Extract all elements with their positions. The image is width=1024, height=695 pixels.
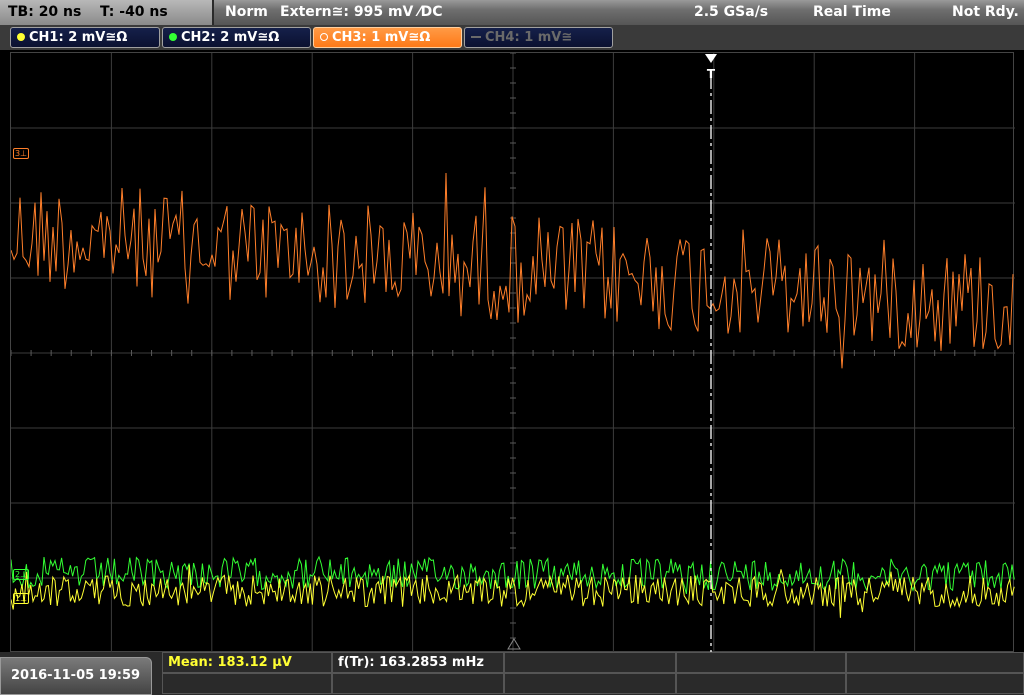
graticule <box>11 53 1015 653</box>
acquisition-mode-label: Real Time <box>813 4 891 20</box>
timebase-box[interactable]: TB: 20 ns T: -40 ns <box>0 0 214 25</box>
measurement-slot-4[interactable] <box>676 652 846 673</box>
channel-bar: CH1: 2 mV≅Ω CH2: 2 mV≅Ω CH3: 1 mV≅Ω CH4:… <box>0 25 1024 50</box>
tab-ch3[interactable]: CH3: 1 mV≅Ω <box>313 27 462 48</box>
sample-rate-label: 2.5 GSa/s <box>694 4 769 20</box>
measurement-slot-8[interactable] <box>504 673 676 694</box>
ch3-label: CH3: 1 mV≅Ω <box>332 30 431 45</box>
mean-measurement[interactable]: Mean: 183.12 µV <box>162 652 332 673</box>
measurement-slot-6[interactable] <box>162 673 332 694</box>
waveform-display[interactable]: T 3⊥ 2⊥ 1⊥ <box>10 52 1015 653</box>
timebase-label[interactable]: TB: 20 ns <box>8 0 81 25</box>
ch1-dot-icon <box>17 33 25 41</box>
ch1-ref-marker[interactable]: 1⊥ <box>13 593 30 604</box>
measurement-slot-5[interactable] <box>846 652 1024 673</box>
ch2-dot-icon <box>169 33 177 41</box>
tab-ch1[interactable]: CH1: 2 mV≅Ω <box>10 27 160 48</box>
ch1-label: CH1: 2 mV≅Ω <box>29 30 128 45</box>
trigger-source-label[interactable]: Extern≅: 995 mV ⁄DC <box>280 0 442 25</box>
acquisition-status: Norm Extern≅: 995 mV ⁄DC 2.5 GSa/s Real … <box>217 0 1024 25</box>
measurement-slot-7[interactable] <box>332 673 504 694</box>
ch2-label: CH2: 2 mV≅Ω <box>181 30 280 45</box>
ch3-trace <box>11 172 1014 369</box>
measurement-slot-3[interactable] <box>504 652 676 673</box>
ch2-ref-marker[interactable]: 2⊥ <box>13 569 30 580</box>
ch3-ref-marker[interactable]: 3⊥ <box>13 148 30 159</box>
measurement-slot-10[interactable] <box>846 673 1024 694</box>
measurement-panel: Mean: 183.12 µV f(Tr): 163.2853 mHz <box>162 652 1024 695</box>
measurement-slot-9[interactable] <box>676 673 846 694</box>
run-status-label: Not Rdy. <box>952 4 1019 20</box>
tab-ch4[interactable]: CH4: 1 mV≅ <box>464 27 613 48</box>
ch3-dot-icon <box>320 33 328 41</box>
datetime-display[interactable]: 2016-11-05 19:59 <box>0 657 152 695</box>
waveform-canvas[interactable]: T <box>11 53 1015 653</box>
trigger-arrow-icon[interactable] <box>705 54 717 63</box>
tab-ch2[interactable]: CH2: 2 mV≅Ω <box>162 27 311 48</box>
trigger-marker-label: T <box>707 67 716 81</box>
frequency-measurement[interactable]: f(Tr): 163.2853 mHz <box>332 652 504 673</box>
top-status-bar: TB: 20 ns T: -40 ns Norm Extern≅: 995 mV… <box>0 0 1024 25</box>
trigger-mode-label[interactable]: Norm <box>225 0 268 25</box>
ch4-label: CH4: 1 mV≅ <box>485 30 573 45</box>
center-marker-icon <box>507 638 521 650</box>
ch4-dash-icon <box>471 36 481 38</box>
trigger-time-label[interactable]: T: -40 ns <box>100 0 168 25</box>
